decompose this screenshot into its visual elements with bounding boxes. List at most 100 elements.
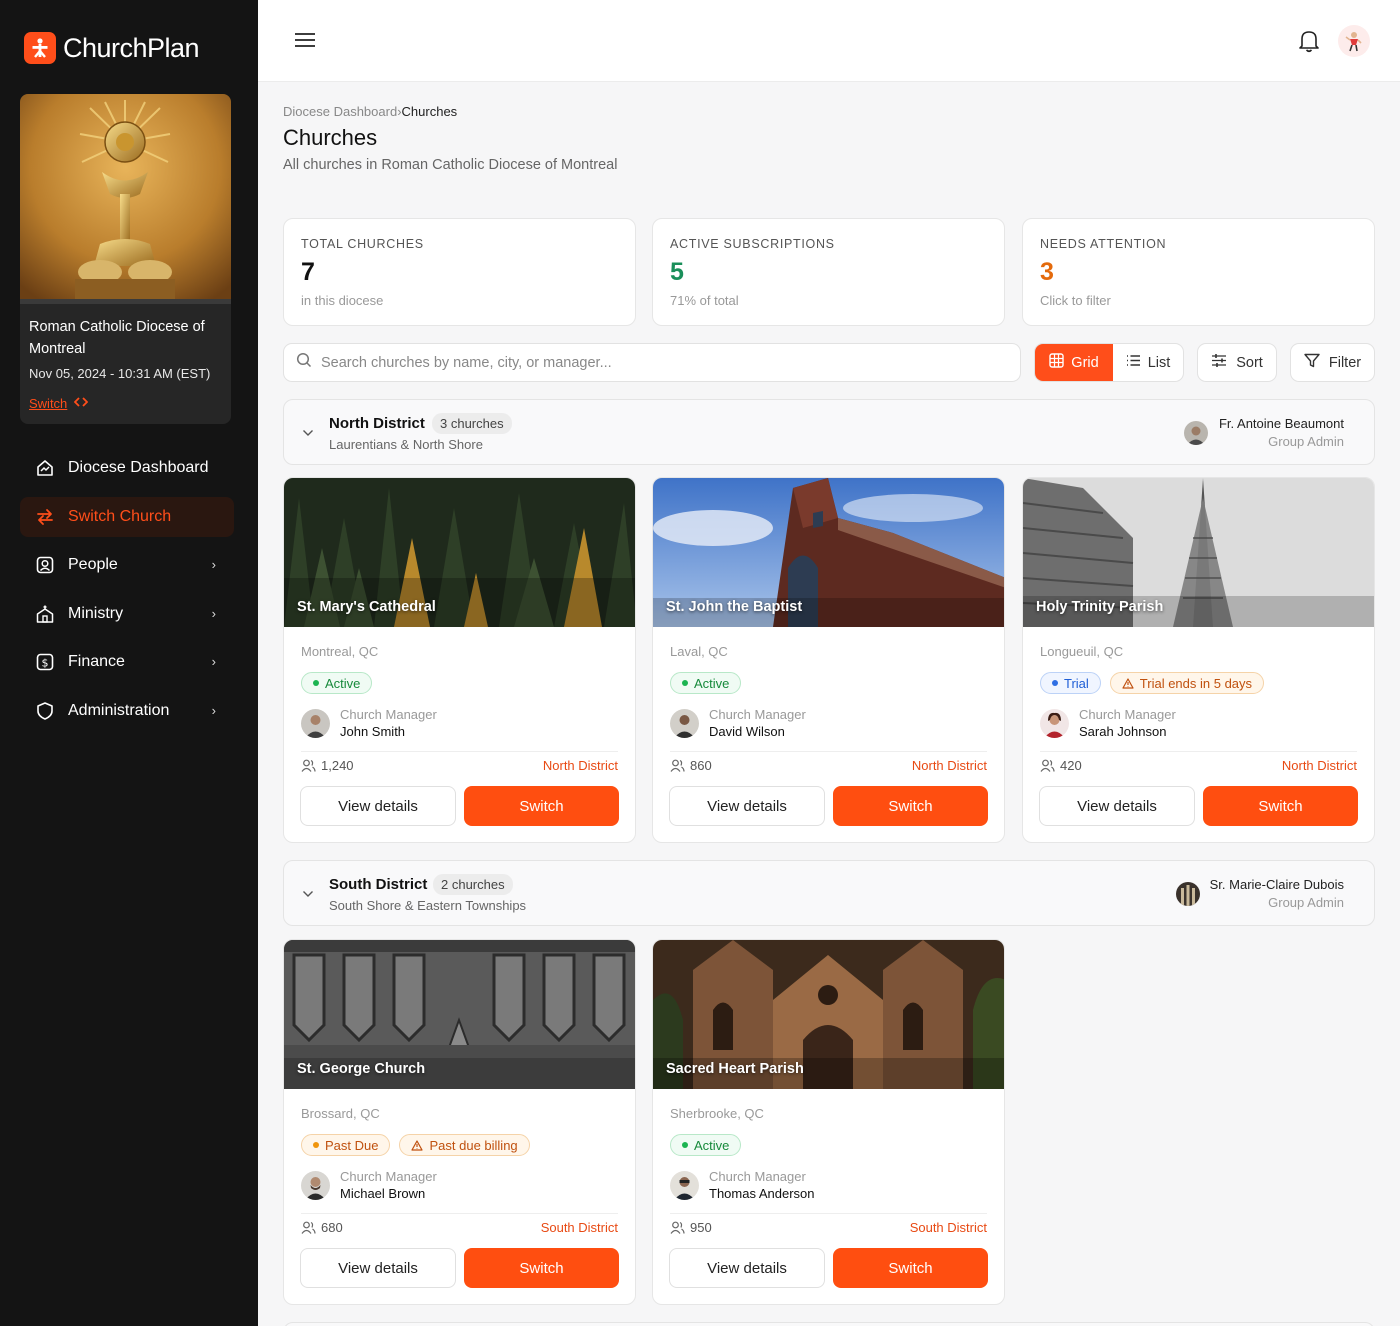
- breadcrumb-parent[interactable]: Diocese Dashboard: [283, 104, 397, 119]
- view-details-button[interactable]: View details: [300, 1248, 456, 1288]
- grid-view-button[interactable]: Grid: [1035, 344, 1113, 381]
- manager-role: Church Manager: [709, 707, 806, 722]
- switch-button[interactable]: Switch: [464, 1248, 619, 1288]
- manager-name: Michael Brown: [340, 1186, 426, 1201]
- manager-name: John Smith: [340, 724, 406, 739]
- svg-text:$: $: [42, 657, 49, 670]
- church-district: North District: [1281, 758, 1357, 773]
- view-details-button[interactable]: View details: [669, 1248, 825, 1288]
- user-avatar[interactable]: [1338, 25, 1370, 57]
- church-name: Holy Trinity Parish: [1036, 599, 1164, 615]
- search-icon: [296, 352, 312, 373]
- stat-subtext: in this diocese: [301, 293, 384, 308]
- menu-icon[interactable]: [294, 31, 316, 54]
- group-admin-role: Group Admin: [1268, 434, 1344, 449]
- manager-name: Thomas Anderson: [709, 1186, 815, 1201]
- list-view-button[interactable]: List: [1113, 344, 1183, 381]
- church-card: St. Mary's Cathedral Montreal, QC Active…: [283, 477, 636, 843]
- group-admin: Fr. Antoine Beaumont Group Admin: [1219, 416, 1344, 449]
- member-count: 420: [1040, 758, 1082, 773]
- chevron-right-icon: ›: [211, 557, 216, 572]
- status-badges: Trial Trial ends in 5 days: [1040, 672, 1265, 694]
- member-count: 950: [670, 1220, 712, 1235]
- page-title: Churches: [283, 125, 378, 150]
- diocese-switch[interactable]: Switch: [29, 396, 89, 411]
- sort-label: Sort: [1236, 354, 1263, 371]
- switch-button[interactable]: Switch: [833, 1248, 988, 1288]
- sidebar-item-switch-church[interactable]: Switch Church: [20, 496, 234, 537]
- app-logo[interactable]: ChurchPlan: [24, 32, 200, 64]
- district-name: South District: [329, 876, 428, 893]
- divider: [670, 1213, 987, 1214]
- church-name: Sacred Heart Parish: [666, 1061, 804, 1077]
- avatar: [670, 1170, 699, 1200]
- group-admin-name: Fr. Antoine Beaumont: [1218, 416, 1344, 431]
- sidebar-item-ministry[interactable]: Ministry ›: [20, 594, 234, 634]
- district-group-header[interactable]: South District 2 churches South Shore & …: [283, 860, 1375, 926]
- stat-label: NEEDS ATTENTION: [1040, 237, 1167, 251]
- shield-icon: [34, 700, 56, 722]
- district-group-header[interactable]: [283, 1322, 1375, 1326]
- sidebar-item-label: Finance: [68, 653, 125, 670]
- stat-label: ACTIVE SUBSCRIPTIONS: [670, 237, 835, 251]
- view-toggle: Grid List: [1034, 343, 1184, 382]
- sidebar-item-finance[interactable]: $ Finance ›: [20, 642, 234, 682]
- switch-button[interactable]: Switch: [464, 786, 619, 826]
- filter-icon: [1304, 353, 1320, 372]
- sidebar-item-people[interactable]: People ›: [20, 545, 234, 585]
- group-admin-role: Group Admin: [1268, 895, 1344, 910]
- church-manager: Church Manager Sarah Johnson: [1040, 707, 1176, 739]
- church-name: St. George Church: [297, 1061, 426, 1077]
- status-badge: Active: [670, 672, 742, 694]
- manager-role: Church Manager: [709, 1169, 806, 1184]
- church-district: North District: [542, 758, 618, 773]
- church-manager: Church Manager Michael Brown: [301, 1169, 437, 1201]
- avatar: [1040, 708, 1069, 738]
- sidebar-item-label: Diocese Dashboard: [68, 459, 209, 476]
- sort-button[interactable]: Sort: [1197, 343, 1277, 382]
- members-icon: [301, 1221, 316, 1234]
- church-name: St. John the Baptist: [666, 599, 803, 615]
- district-count-badge: 2 churches: [433, 874, 513, 895]
- filter-button[interactable]: Filter: [1290, 343, 1375, 382]
- filter-label: Filter: [1328, 354, 1362, 371]
- bell-icon[interactable]: [1298, 29, 1320, 58]
- manager-name: David Wilson: [709, 724, 785, 739]
- church-name: St. Mary's Cathedral: [297, 599, 436, 615]
- group-admin-avatar: [1176, 882, 1200, 906]
- search-input[interactable]: [321, 354, 1001, 371]
- group-admin-avatar: [1184, 421, 1208, 445]
- church-manager: Church Manager John Smith: [301, 707, 437, 739]
- code-icon: [74, 396, 89, 411]
- sort-sliders-icon: [1211, 353, 1227, 372]
- churchplan-logo-icon: [24, 32, 56, 64]
- church-city: Sherbrooke, QC: [670, 1106, 764, 1121]
- chevron-right-icon: ›: [211, 654, 216, 669]
- sidebar-item-label: Ministry: [68, 604, 124, 622]
- district-group-header[interactable]: North District 3 churches Laurentians & …: [283, 399, 1375, 465]
- view-details-button[interactable]: View details: [1039, 786, 1195, 826]
- church-district: South District: [540, 1220, 618, 1235]
- sidebar: ChurchPlan Roman Catholic Diocese of Mon…: [0, 0, 258, 1326]
- view-details-button[interactable]: View details: [669, 786, 825, 826]
- group-admin-name: Sr. Marie-Claire Dubois: [1209, 877, 1344, 892]
- members-icon: [1040, 759, 1055, 772]
- sidebar-item-label: People: [68, 556, 118, 573]
- alert-badge: Past due billing: [399, 1134, 530, 1156]
- breadcrumb-current: Churches: [401, 104, 458, 119]
- view-details-button[interactable]: View details: [300, 786, 456, 826]
- status-badge: Trial: [1040, 672, 1101, 694]
- stat-needs-attention[interactable]: NEEDS ATTENTION 3 Click to filter: [1022, 218, 1375, 326]
- list-icon: [1126, 354, 1141, 371]
- sidebar-item-administration[interactable]: Administration ›: [20, 691, 234, 731]
- diocese-switch-link[interactable]: Switch: [29, 396, 67, 411]
- sidebar-item-diocese-dashboard[interactable]: Diocese Dashboard: [20, 448, 234, 488]
- member-count: 860: [670, 758, 712, 773]
- group-admin: Sr. Marie-Claire Dubois Group Admin: [1210, 877, 1344, 910]
- alert-badge: Trial ends in 5 days: [1109, 672, 1265, 694]
- church-card: St. John the Baptist Laval, QC Active Ch…: [652, 477, 1005, 843]
- status-badge: Past Due: [301, 1134, 391, 1156]
- breadcrumb: Diocese Dashboard›Churches: [283, 104, 457, 119]
- switch-button[interactable]: Switch: [833, 786, 988, 826]
- switch-button[interactable]: Switch: [1203, 786, 1358, 826]
